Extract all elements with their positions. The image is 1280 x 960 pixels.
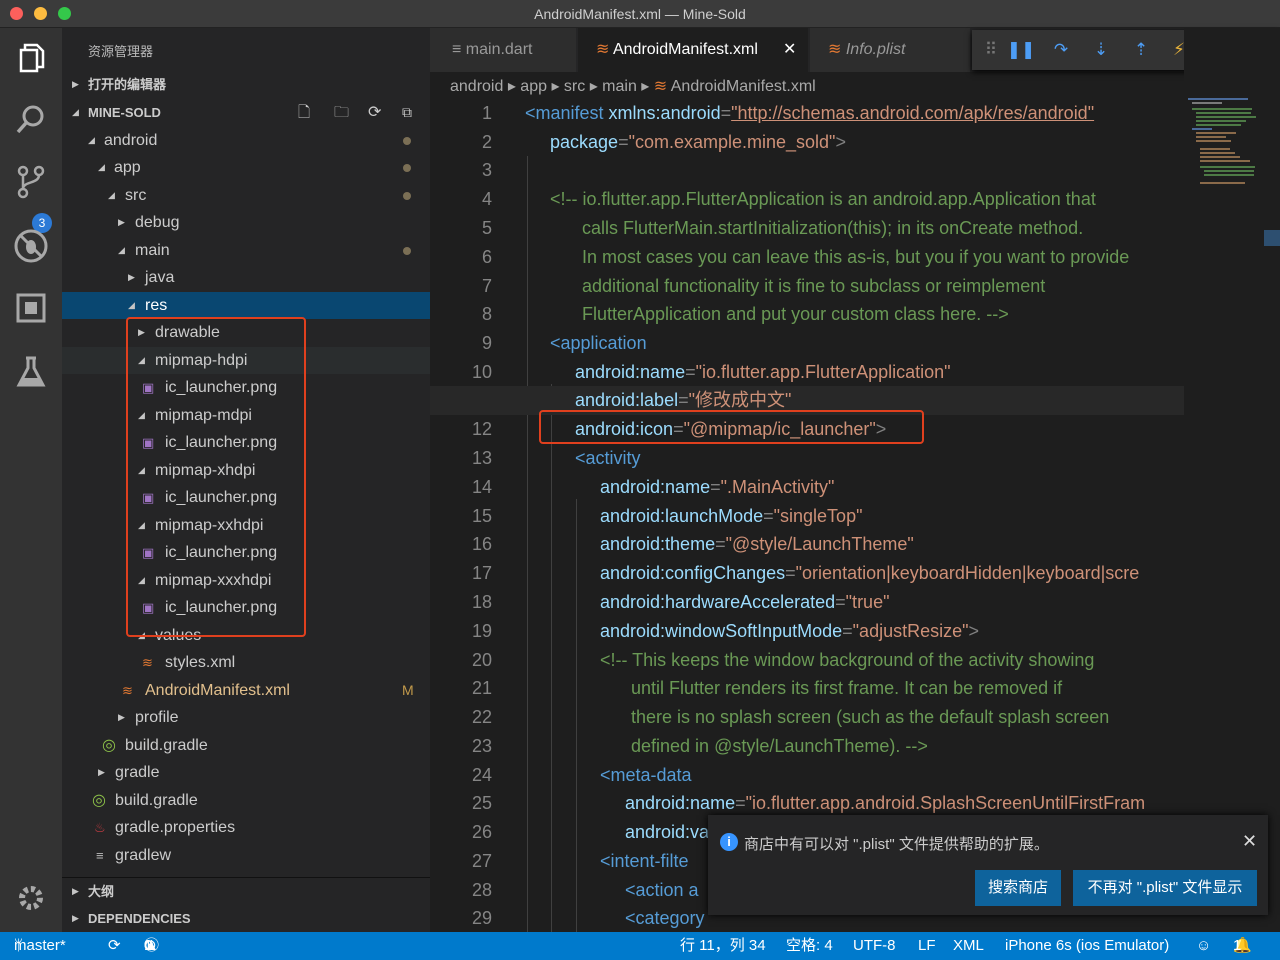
- dont-show-again-button[interactable]: 不再对 ".plist" 文件显示: [1073, 870, 1257, 906]
- breadcrumb-item[interactable]: AndroidManifest.xml: [671, 78, 816, 95]
- file-icon: ≡: [452, 41, 466, 58]
- gradle-icon: ◎: [92, 792, 106, 809]
- explorer-sidebar: 资源管理器 ▶ 打开的编辑器 ◢ MINE-SOLD 🗋 🗀 ⟳ ⧉ ◢ andr…: [62, 28, 490, 932]
- tree-item[interactable]: ◢ app: [62, 154, 430, 181]
- tree-item[interactable]: ◢ main: [62, 237, 430, 264]
- rss-xml-icon: ≋: [828, 41, 846, 58]
- drag-handle-icon[interactable]: ⠿: [976, 30, 1006, 70]
- tab-info-plist[interactable]: ≋ Info.plist: [810, 28, 970, 72]
- tree-item-selected[interactable]: ◢ res: [62, 292, 430, 319]
- step-over-icon[interactable]: ↷: [1046, 30, 1076, 70]
- tree-item[interactable]: ♨ gradle.properties: [62, 814, 430, 841]
- tree-item[interactable]: ≡ gradlew: [62, 842, 430, 869]
- editor-area: ≡ main.dart ≋ AndroidManifest.xml ✕ ≋ Inf…: [430, 28, 1280, 956]
- breadcrumb-item[interactable]: app: [520, 78, 547, 95]
- highlight-box: [539, 410, 924, 444]
- encoding[interactable]: UTF-8: [853, 932, 896, 960]
- gradle-icon: ◎: [102, 737, 116, 754]
- step-into-icon[interactable]: ⇣: [1086, 30, 1116, 70]
- tree-item[interactable]: ◎ build.gradle: [62, 787, 430, 814]
- rss-xml-icon: ≋: [596, 41, 613, 58]
- rss-xml-icon: ≋: [653, 78, 668, 95]
- notification-message: 商店中有可以对 ".plist" 文件提供帮助的扩展。: [744, 836, 1049, 853]
- java-properties-icon: ♨: [94, 820, 106, 835]
- activity-bar: 3: [0, 28, 62, 932]
- extension-recommendation-notification: i 商店中有可以对 ".plist" 文件提供帮助的扩展。 ✕ 搜索商店 不再对…: [708, 815, 1268, 915]
- collapse-all-icon[interactable]: ⧉: [402, 99, 412, 126]
- explorer-icon[interactable]: [13, 40, 49, 76]
- tab-bar: ≡ main.dart ≋ AndroidManifest.xml ✕ ≋ Inf…: [430, 28, 1280, 72]
- feedback-smiley-icon[interactable]: ☺: [1196, 932, 1211, 960]
- highlight-box: [126, 317, 306, 637]
- extensions-icon[interactable]: [13, 290, 49, 326]
- title-bar: AndroidManifest.xml — Mine-Sold: [0, 0, 1280, 28]
- status-bar: ᛘ master* ⟳ ⊗ 0 ▲ 0 ⓘ 1 行 11，列 34 空格: 4 …: [0, 932, 1280, 960]
- tab-android-manifest[interactable]: ≋ AndroidManifest.xml ✕: [578, 28, 808, 72]
- tree-item[interactable]: ≋ styles.xml: [62, 649, 430, 676]
- explorer-title: 资源管理器: [88, 44, 154, 59]
- tab-main-dart[interactable]: ≡ main.dart: [430, 28, 576, 72]
- gear-icon[interactable]: [13, 880, 49, 916]
- outline-section[interactable]: ▶ 大纲: [62, 877, 430, 904]
- line-number: 3: [481, 160, 492, 180]
- tree-item[interactable]: ◢ android: [62, 127, 430, 154]
- step-out-icon[interactable]: ⇡: [1126, 30, 1156, 70]
- device-selector[interactable]: iPhone 6s (ios Emulator): [1005, 932, 1169, 960]
- window-title: AndroidManifest.xml — Mine-Sold: [534, 6, 746, 22]
- breadcrumb: android ▸ app ▸ src ▸ main ▸ ≋ AndroidMa…: [450, 78, 816, 95]
- refresh-icon[interactable]: ⟳: [368, 99, 381, 126]
- search-store-button[interactable]: 搜索商店: [975, 870, 1061, 906]
- tree-item[interactable]: ◎ build.gradle: [62, 732, 430, 759]
- project-section[interactable]: ◢ MINE-SOLD 🗋 🗀 ⟳ ⧉: [62, 99, 430, 126]
- info-icon: i: [720, 833, 738, 851]
- new-file-icon[interactable]: 🗋: [298, 99, 310, 126]
- rss-xml-icon: ≋: [122, 683, 133, 698]
- indentation[interactable]: 空格: 4: [786, 932, 833, 960]
- line-ending[interactable]: LF: [918, 932, 936, 960]
- close-icon[interactable]: ✕: [1242, 831, 1257, 852]
- breadcrumb-item[interactable]: android: [450, 78, 503, 95]
- minimap[interactable]: [1184, 28, 1280, 932]
- test-flask-icon[interactable]: [13, 354, 49, 390]
- text-file-icon: ≡: [96, 848, 104, 863]
- search-icon[interactable]: [13, 102, 49, 138]
- tree-item[interactable]: ◢ src: [62, 182, 430, 209]
- new-folder-icon[interactable]: 🗀: [334, 99, 349, 126]
- pause-icon[interactable]: ❚❚: [1006, 30, 1036, 70]
- tree-item[interactable]: ▶ java: [62, 264, 430, 291]
- tree-item[interactable]: ≋ AndroidManifest.xml M: [62, 677, 430, 704]
- breadcrumb-item[interactable]: main: [602, 78, 637, 95]
- cursor-position[interactable]: 行 11，列 34: [680, 932, 766, 960]
- tree-item[interactable]: ▶ gradle: [62, 759, 430, 786]
- debug-icon[interactable]: [13, 228, 49, 264]
- dependencies-section[interactable]: ▶ DEPENDENCIES: [62, 905, 430, 932]
- language-mode[interactable]: XML: [953, 932, 984, 960]
- tree-item[interactable]: ▶ debug: [62, 209, 430, 236]
- rss-xml-icon: ≋: [142, 655, 153, 670]
- open-editors-section[interactable]: ▶ 打开的编辑器: [62, 71, 430, 98]
- breadcrumb-item[interactable]: src: [564, 78, 585, 95]
- source-control-icon[interactable]: [13, 164, 49, 200]
- tree-item[interactable]: ▶ profile: [62, 704, 430, 731]
- sync-icon[interactable]: ⟳: [108, 932, 121, 960]
- close-icon: ✕: [783, 41, 797, 58]
